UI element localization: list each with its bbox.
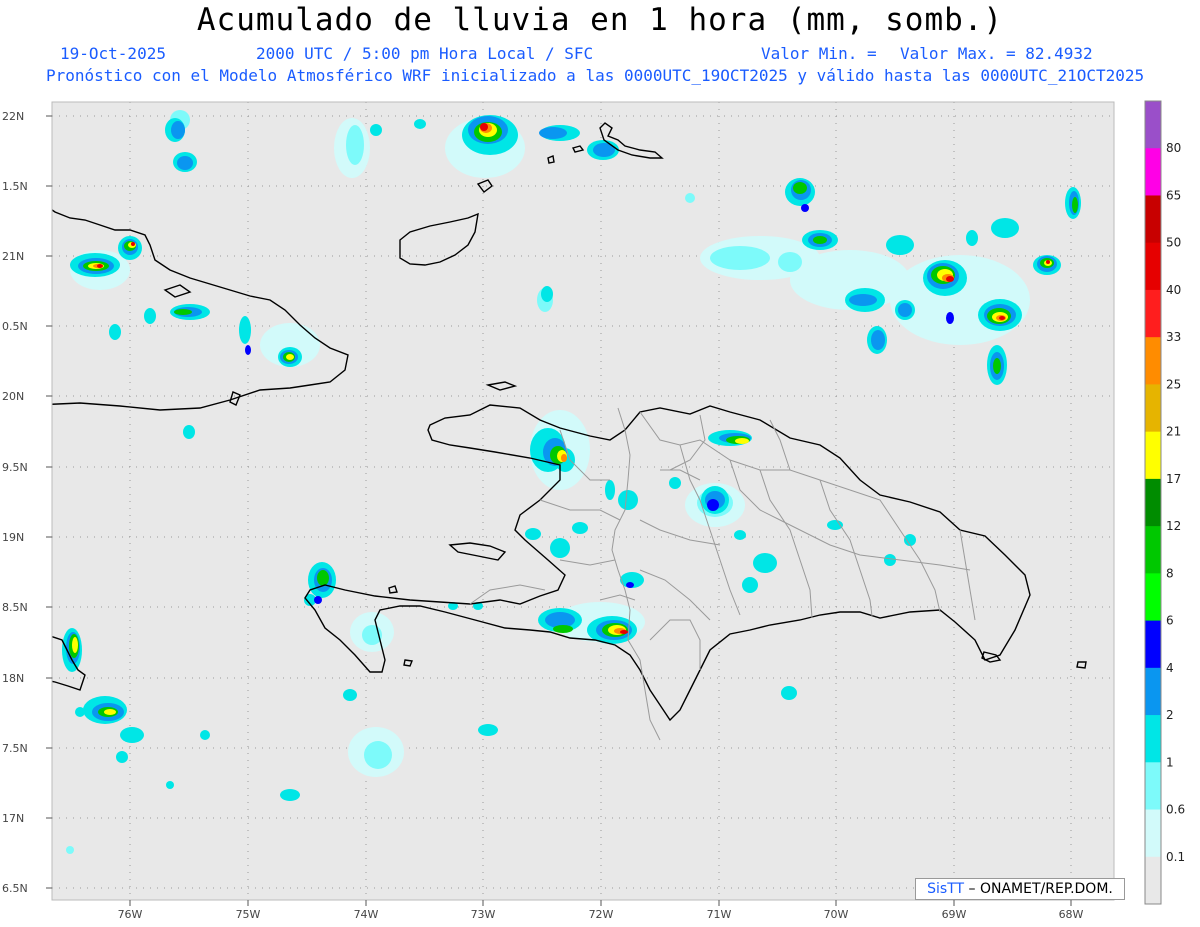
colorbar-label: 4 xyxy=(1166,661,1174,675)
attribution-box: SisTT – ONAMET/REP.DOM. xyxy=(915,878,1125,900)
colorbar-label: 17 xyxy=(1166,472,1181,486)
colorbar-label: 2 xyxy=(1166,708,1174,722)
colorbar-swatch xyxy=(1145,526,1161,574)
colorbar-label: 40 xyxy=(1166,283,1181,297)
colorbar-label: 6 xyxy=(1166,614,1174,628)
colorbar-swatch xyxy=(1145,384,1161,433)
colorbar-swatch xyxy=(1145,762,1161,811)
lon-label: 73W xyxy=(471,908,496,921)
lon-label: 72W xyxy=(589,908,614,921)
lat-label: 9.5N xyxy=(2,461,28,474)
lon-ticks xyxy=(129,900,1072,906)
colorbar-swatch xyxy=(1145,289,1161,338)
lat-label: 18N xyxy=(2,672,24,685)
colorbar-swatch xyxy=(1145,809,1161,858)
colorbar: 806550403325211712864210.60.1 xyxy=(1144,100,1185,905)
colorbar-swatch xyxy=(1145,715,1161,763)
colorbar-label: 65 xyxy=(1166,188,1181,202)
colorbar-label: 80 xyxy=(1166,141,1181,155)
sistt-logo: SisTT xyxy=(927,881,965,897)
colorbar-swatch xyxy=(1145,101,1161,149)
colorbar-swatch xyxy=(1145,431,1161,480)
lat-label: 8.5N xyxy=(2,601,28,614)
lat-label: 17N xyxy=(2,812,24,825)
lat-label: 22N xyxy=(2,110,24,123)
colorbar-swatch xyxy=(1145,620,1161,669)
lat-label: 6.5N xyxy=(2,882,28,895)
lon-labels: 76W 75W 74W 73W 72W 71W 70W 69W 68W xyxy=(118,908,1084,921)
lon-label: 74W xyxy=(354,908,379,921)
colorbar-label: 1 xyxy=(1166,755,1174,769)
colorbar-label: 21 xyxy=(1166,425,1181,439)
colorbar-swatch xyxy=(1145,242,1161,291)
lon-label: 68W xyxy=(1059,908,1084,921)
colorbar-swatch xyxy=(1145,856,1161,905)
lon-label: 76W xyxy=(118,908,143,921)
colorbar-swatch xyxy=(1145,195,1161,244)
lat-labels: 22N 1.5N 21N 0.5N 20N 9.5N 19N 8.5N 18N … xyxy=(2,110,28,895)
lat-label: 7.5N xyxy=(2,742,28,755)
lat-label: 1.5N xyxy=(2,180,28,193)
colorbar-swatch xyxy=(1145,573,1161,622)
lat-label: 21N xyxy=(2,250,24,263)
map-area xyxy=(52,102,1114,900)
colorbar-label: 50 xyxy=(1166,236,1181,250)
colorbar-swatch xyxy=(1145,478,1161,527)
colorbar-label: 12 xyxy=(1166,519,1181,533)
colorbar-swatch xyxy=(1145,667,1161,716)
lat-label: 20N xyxy=(2,390,24,403)
colorbar-label: 33 xyxy=(1166,330,1181,344)
map-canvas: 22N 1.5N 21N 0.5N 20N 9.5N 19N 8.5N 18N … xyxy=(2,100,1185,921)
lon-label: 75W xyxy=(236,908,261,921)
lon-label: 69W xyxy=(942,908,967,921)
colorbar-label: 8 xyxy=(1166,566,1174,580)
colorbar-swatch xyxy=(1145,148,1161,196)
lat-label: 0.5N xyxy=(2,320,28,333)
colorbar-swatch xyxy=(1145,337,1161,385)
colorbar-label: 0.6 xyxy=(1166,803,1185,817)
lat-ticks xyxy=(46,115,52,889)
attribution-text: – ONAMET/REP.DOM. xyxy=(968,881,1113,897)
lon-label: 71W xyxy=(707,908,732,921)
colorbar-label: 25 xyxy=(1166,377,1181,391)
lat-label: 19N xyxy=(2,531,24,544)
colorbar-label: 0.1 xyxy=(1166,850,1185,864)
lon-label: 70W xyxy=(824,908,849,921)
